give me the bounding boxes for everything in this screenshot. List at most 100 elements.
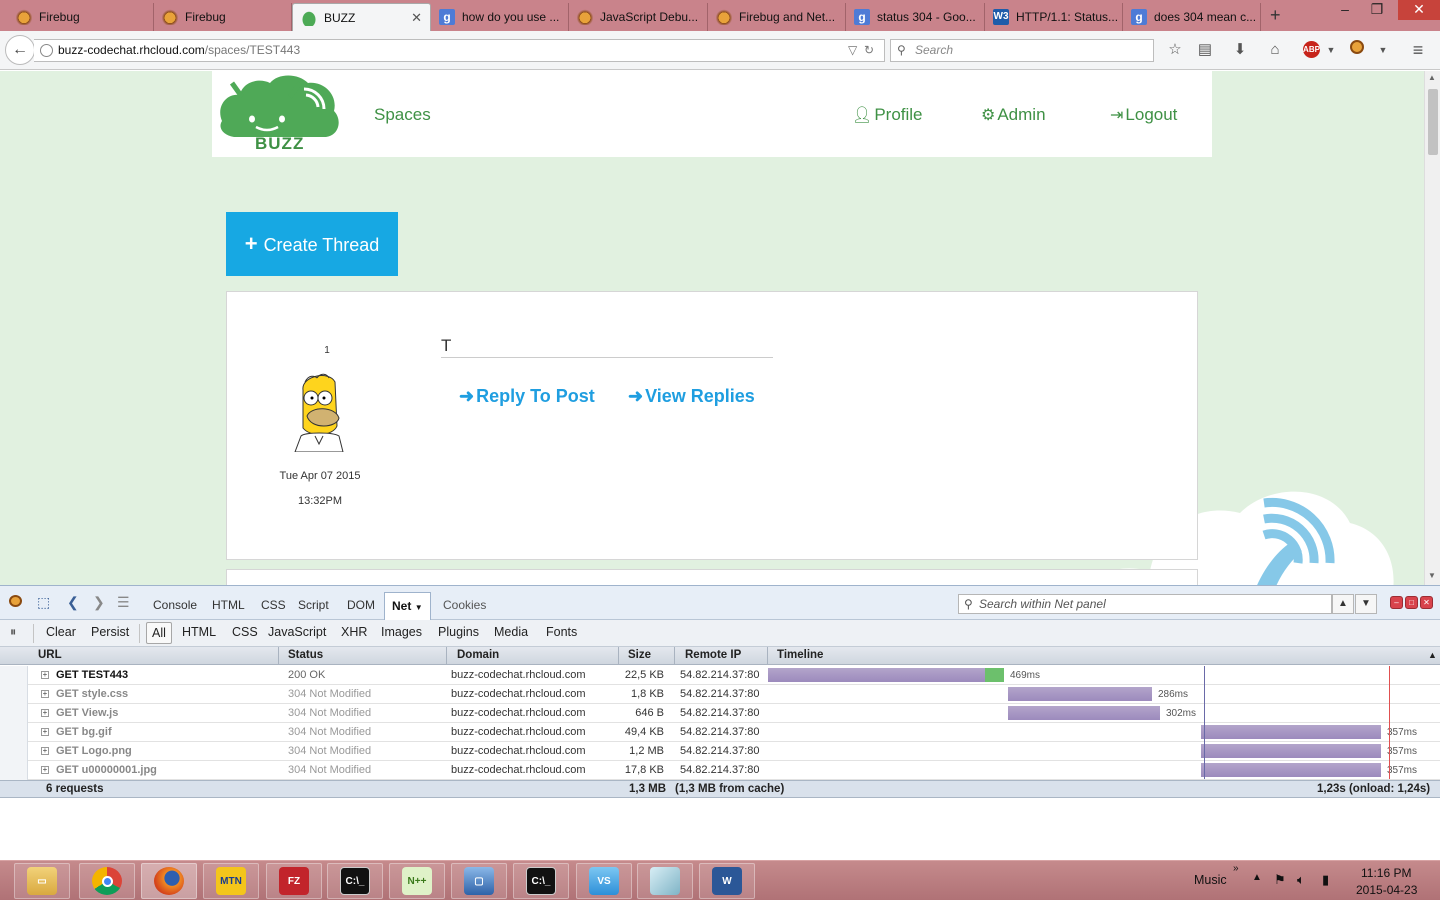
minimize-icon[interactable]: –	[1330, 0, 1360, 20]
clock-date[interactable]: 2015-04-23	[1356, 883, 1417, 897]
chevron-up-icon[interactable]: ▲	[1252, 872, 1262, 883]
dropdown-icon[interactable]: ▽	[848, 40, 857, 61]
reading-list-icon[interactable]: ▤	[1194, 39, 1216, 61]
column-remote-ip[interactable]: Remote IP	[685, 649, 741, 661]
browser-tab[interactable]: g does 304 mean c...	[1123, 3, 1261, 31]
sort-up-icon[interactable]: ▲	[1428, 650, 1437, 660]
scroll-down-icon[interactable]: ▼	[1428, 571, 1436, 580]
table-row[interactable]: + GET bg.gif 304 Not Modified buzz-codechat…	[0, 723, 1440, 742]
menu-icon[interactable]: ≡	[1407, 39, 1429, 61]
scroll-up-icon[interactable]: ▲	[1428, 73, 1436, 82]
address-bar[interactable]: buzz-codechat.rhcloud.com/spaces/TEST443…	[34, 39, 885, 62]
filter-plugins[interactable]: Plugins	[438, 625, 479, 639]
back-button[interactable]: ←	[5, 35, 35, 65]
search-prev-icon[interactable]: ▲	[1332, 594, 1354, 614]
column-timeline[interactable]: Timeline	[777, 649, 823, 661]
tab-css[interactable]: CSS	[261, 598, 286, 612]
firebug-icon[interactable]	[9, 594, 22, 610]
detach-icon[interactable]: □	[1405, 596, 1418, 609]
pause-icon[interactable]: ⏸	[10, 625, 16, 640]
chevron-down-icon[interactable]: ▼	[1320, 39, 1342, 61]
timeline-bar[interactable]	[1201, 744, 1381, 758]
expand-icon[interactable]: +	[41, 671, 49, 679]
request-url[interactable]: GET TEST443	[56, 669, 128, 681]
net-search-input[interactable]: ⚲ Search within Net panel	[958, 594, 1332, 614]
browser-tab[interactable]: W3 HTTP/1.1: Status...	[985, 3, 1123, 31]
filter-media[interactable]: Media	[494, 625, 528, 639]
chevron-down-icon[interactable]: ▼	[1372, 39, 1394, 61]
browser-tab[interactable]: g how do you use ...	[431, 3, 569, 31]
reload-icon[interactable]: ↻	[864, 40, 874, 61]
close-icon[interactable]: ✕	[411, 10, 422, 26]
table-row[interactable]: + GET TEST443 200 OK buzz-codechat.rhcloud.…	[0, 666, 1440, 685]
view-replies-link[interactable]: ➜ View Replies	[628, 386, 755, 407]
filter-html[interactable]: HTML	[182, 625, 216, 639]
column-size[interactable]: Size	[628, 649, 651, 661]
close-icon[interactable]: ✕	[1420, 596, 1433, 609]
persist-button[interactable]: Persist	[91, 625, 129, 639]
reply-to-post-link[interactable]: ➜ Reply To Post	[459, 386, 595, 407]
timeline-bar[interactable]	[1201, 763, 1381, 777]
filter-javascript[interactable]: JavaScript	[268, 625, 326, 639]
expand-icon[interactable]: +	[41, 747, 49, 755]
bookmark-star-icon[interactable]: ☆	[1164, 39, 1186, 61]
browser-tab[interactable]: Firebug	[154, 3, 292, 31]
browser-tab[interactable]: g status 304 - Goo...	[846, 3, 985, 31]
browser-tab-active[interactable]: BUZZ ✕	[292, 3, 431, 31]
table-row[interactable]: + GET View.js 304 Not Modified buzz-codecha…	[0, 704, 1440, 723]
visual-studio-icon[interactable]: VS	[576, 863, 632, 899]
request-url[interactable]: GET u00000001.jpg	[56, 764, 157, 776]
firebug-icon[interactable]	[1346, 39, 1368, 61]
file-explorer-icon[interactable]: ▭	[14, 863, 70, 899]
command-line-icon[interactable]: ☰	[117, 594, 130, 611]
tab-console[interactable]: Console	[153, 598, 197, 612]
nav-profile-link[interactable]: 👤︎ Profile	[852, 105, 923, 125]
request-url[interactable]: GET style.css	[56, 688, 128, 700]
minimize-icon[interactable]: –	[1390, 596, 1403, 609]
create-thread-button[interactable]: + Create Thread	[226, 212, 398, 276]
download-icon[interactable]: ⬇	[1229, 39, 1251, 61]
timeline-bar[interactable]	[1008, 687, 1152, 701]
window-close-button[interactable]: ✕	[1398, 0, 1440, 20]
filter-images[interactable]: Images	[381, 625, 422, 639]
column-status[interactable]: Status	[288, 649, 323, 661]
table-row[interactable]: + GET Logo.png 304 Not Modified buzz-codech…	[0, 742, 1440, 761]
tab-cookies[interactable]: Cookies	[443, 598, 486, 612]
table-row[interactable]: + GET u00000001.jpg 304 Not Modified buzz-c…	[0, 761, 1440, 780]
tab-dom[interactable]: DOM	[347, 598, 375, 612]
virtualbox-icon[interactable]: ▢	[451, 863, 507, 899]
nav-spaces-link[interactable]: Spaces	[374, 105, 431, 125]
timeline-bar[interactable]	[768, 668, 1004, 682]
forward-arrow-icon[interactable]: ❯	[93, 594, 105, 611]
adblock-icon[interactable]: ABP	[1303, 41, 1320, 58]
browser-tab[interactable]: Firebug	[8, 3, 154, 31]
chevron-right-icon[interactable]: »	[1233, 863, 1239, 874]
request-url[interactable]: GET Logo.png	[56, 745, 132, 757]
firefox-icon[interactable]	[141, 863, 197, 899]
avatar[interactable]	[289, 370, 349, 452]
expand-icon[interactable]: +	[41, 728, 49, 736]
tab-net[interactable]: Net ▼	[384, 592, 431, 621]
mtn-icon[interactable]: MTN	[203, 863, 259, 899]
timeline-bar[interactable]	[1008, 706, 1160, 720]
tab-html[interactable]: HTML	[212, 598, 245, 612]
expand-icon[interactable]: +	[41, 709, 49, 717]
request-url[interactable]: GET View.js	[56, 707, 118, 719]
filter-all[interactable]: All	[146, 622, 172, 644]
filter-css[interactable]: CSS	[232, 625, 258, 639]
cmd-icon[interactable]: C:\_	[513, 863, 569, 899]
back-arrow-icon[interactable]: ❮	[67, 594, 79, 611]
filter-fonts[interactable]: Fonts	[546, 625, 577, 639]
clear-button[interactable]: Clear	[46, 625, 76, 639]
nav-admin-link[interactable]: ⚙ Admin	[981, 105, 1046, 125]
browser-tab[interactable]: JavaScript Debu...	[569, 3, 708, 31]
tab-script[interactable]: Script	[298, 598, 329, 612]
request-url[interactable]: GET bg.gif	[56, 726, 112, 738]
nav-logout-link[interactable]: ⇥ Logout	[1110, 105, 1177, 125]
search-input[interactable]: ⚲ Search	[890, 39, 1154, 62]
speaker-icon[interactable]: 🔈︎	[1297, 872, 1305, 888]
scrollbar-thumb[interactable]	[1428, 89, 1438, 155]
chrome-icon[interactable]	[79, 863, 135, 899]
table-row[interactable]: + GET style.css 304 Not Modified buzz-codec…	[0, 685, 1440, 704]
flag-icon[interactable]: ⚑	[1274, 872, 1286, 888]
